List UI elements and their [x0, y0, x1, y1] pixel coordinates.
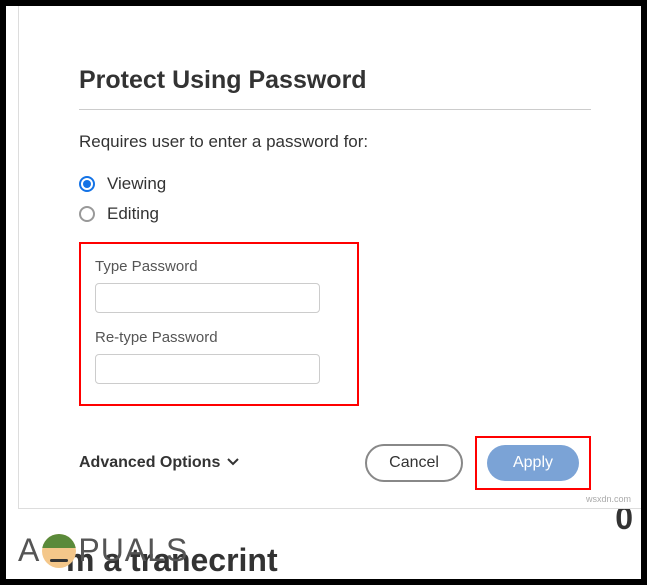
apply-button-highlight: Apply: [475, 436, 591, 490]
radio-editing[interactable]: Editing: [79, 204, 591, 224]
permission-radio-group: Viewing Editing: [79, 174, 591, 224]
radio-editing-label: Editing: [107, 204, 159, 224]
dialog-title: Protect Using Password: [79, 66, 591, 95]
logo-prefix: A: [18, 532, 40, 569]
title-divider: [79, 109, 591, 110]
radio-selected-icon: [79, 176, 95, 192]
retype-password-input[interactable]: [95, 354, 320, 384]
password-input[interactable]: [95, 283, 320, 313]
password-fields-highlight: Type Password Re-type Password: [79, 242, 359, 406]
appuals-logo: A PUALS: [18, 532, 188, 569]
advanced-options-toggle[interactable]: Advanced Options: [79, 454, 240, 472]
password-label: Type Password: [95, 258, 343, 275]
radio-viewing[interactable]: Viewing: [79, 174, 591, 194]
advanced-options-label: Advanced Options: [79, 454, 220, 472]
radio-viewing-label: Viewing: [107, 174, 166, 194]
dialog-buttons: Cancel Apply: [365, 436, 591, 490]
chevron-down-icon: [226, 454, 240, 472]
dialog-subtitle: Requires user to enter a password for:: [79, 132, 591, 152]
watermark-text: wsxdn.com: [586, 494, 631, 504]
retype-password-label: Re-type Password: [95, 329, 343, 346]
cancel-button[interactable]: Cancel: [365, 444, 463, 482]
logo-head-icon: [42, 534, 76, 568]
dialog-footer: Advanced Options Cancel Apply: [79, 436, 591, 490]
apply-button[interactable]: Apply: [487, 445, 579, 481]
password-protect-dialog: Protect Using Password Requires user to …: [18, 6, 641, 509]
logo-suffix: PUALS: [78, 532, 188, 569]
radio-unselected-icon: [79, 206, 95, 222]
